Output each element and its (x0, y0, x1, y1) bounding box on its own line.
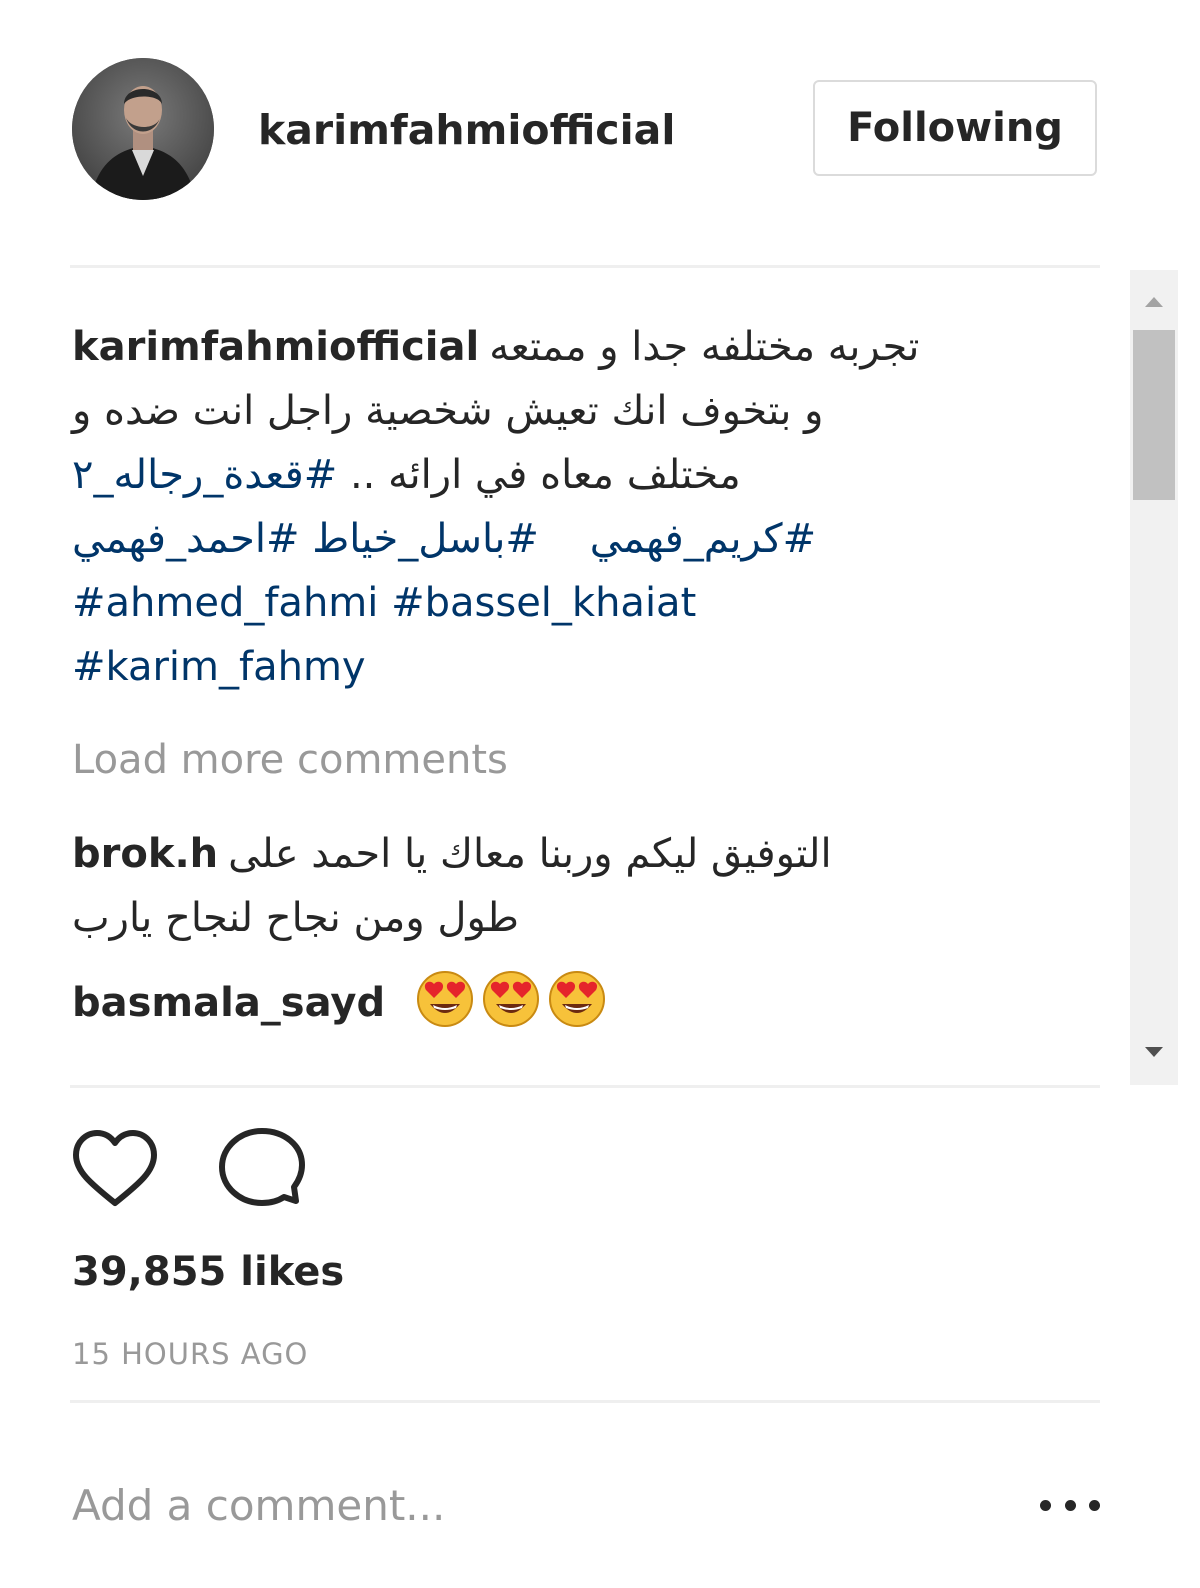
comment-line-1: brok.h التوفيق ليكم وربنا معاك يا احمد عل… (72, 822, 1082, 886)
ellipsis-icon[interactable] (1040, 1485, 1100, 1525)
scroll-up-arrow-icon[interactable] (1130, 278, 1178, 326)
comments-scrollbar[interactable] (1130, 270, 1178, 1085)
post-header: karimfahmiofficial Following (0, 0, 1200, 268)
load-more-comments-link[interactable]: Load more comments (72, 732, 508, 788)
caption-line-3: #قعدة_رجاله_٢ مختلف معاه في ارائه .. (72, 443, 1082, 507)
caption-line-5: #ahmed_fahmi #bassel_khaiat (72, 571, 1082, 635)
heart-eyes-emoji-icon (548, 971, 605, 1027)
clipped-comment (72, 1062, 1032, 1085)
heart-eyes-emoji-icon (416, 971, 473, 1027)
scroll-down-arrow-icon[interactable] (1130, 1028, 1178, 1076)
comment-line-2: طول ومن نجاح لنجاح يارب (72, 886, 1082, 950)
ellipsis-dot (1064, 1499, 1076, 1511)
comments-list[interactable]: karimfahmiofficial تجربه مختلفه جدا و ممت… (70, 270, 1130, 1085)
caption-author[interactable]: karimfahmiofficial (72, 324, 479, 370)
comment-item: basmala_sayd (72, 970, 1082, 1035)
caption-text-3: مختلف معاه في ارائه .. (349, 452, 741, 498)
add-comment-input[interactable] (72, 1470, 972, 1540)
post-timestamp[interactable]: 15 HOURS AGO (72, 1334, 308, 1374)
header-divider (70, 265, 1100, 268)
heart-icon[interactable] (70, 1125, 160, 1215)
comment-author[interactable]: basmala_sayd (72, 980, 385, 1026)
hashtag-link[interactable]: #karim_fahmy (72, 644, 366, 690)
speech-bubble-icon[interactable] (216, 1125, 306, 1215)
hashtag-link[interactable]: #ahmed_fahmi (72, 580, 378, 626)
caption-text-1: تجربه مختلفه جدا و ممتعه (489, 324, 920, 370)
caption-text-2: و بتخوف انك تعيش شخصية راجل انت ضده و (72, 388, 824, 434)
following-button[interactable]: Following (813, 80, 1097, 176)
comment-text-2: طول ومن نجاح لنجاح يارب (72, 895, 519, 941)
comment-author[interactable]: brok.h (72, 831, 218, 877)
post-username[interactable]: karimfahmiofficial (258, 104, 675, 156)
ellipsis-dot (1089, 1499, 1100, 1511)
caption-line-1: karimfahmiofficial تجربه مختلفه جدا و ممت… (72, 315, 1082, 379)
footer-divider (70, 1400, 1100, 1403)
hashtag-link[interactable]: #bassel_khaiat (391, 580, 696, 626)
hashtag-link[interactable]: #قعدة_رجاله_٢ (72, 452, 337, 498)
hashtag-link[interactable]: #كريم_فهمي (590, 516, 816, 562)
hashtag-link[interactable]: #باسل_خياط (312, 516, 539, 562)
profile-avatar[interactable] (72, 58, 214, 200)
caption-line-4: #احمد_فهمي #باسل_خياط #كريم_فهمي (72, 507, 1082, 571)
clipped-comment-text (72, 1063, 1032, 1085)
hashtag-link[interactable]: #احمد_فهمي (72, 516, 300, 562)
caption-line-2: و بتخوف انك تعيش شخصية راجل انت ضده و (72, 379, 1082, 443)
post-actions (70, 1125, 370, 1215)
ellipsis-dot (1040, 1499, 1051, 1511)
caption-line-6: #karim_fahmy (72, 635, 1082, 699)
comments-bottom-divider (70, 1085, 1100, 1088)
comment-text-1: التوفيق ليكم وربنا معاك يا احمد على (228, 831, 832, 877)
scrollbar-thumb[interactable] (1133, 330, 1175, 500)
comment-item: brok.h التوفيق ليكم وربنا معاك يا احمد عل… (72, 822, 1082, 950)
caption: karimfahmiofficial تجربه مختلفه جدا و ممت… (72, 315, 1082, 699)
heart-eyes-emoji-icon (482, 971, 539, 1027)
likes-count[interactable]: 39,855 likes (72, 1246, 344, 1298)
